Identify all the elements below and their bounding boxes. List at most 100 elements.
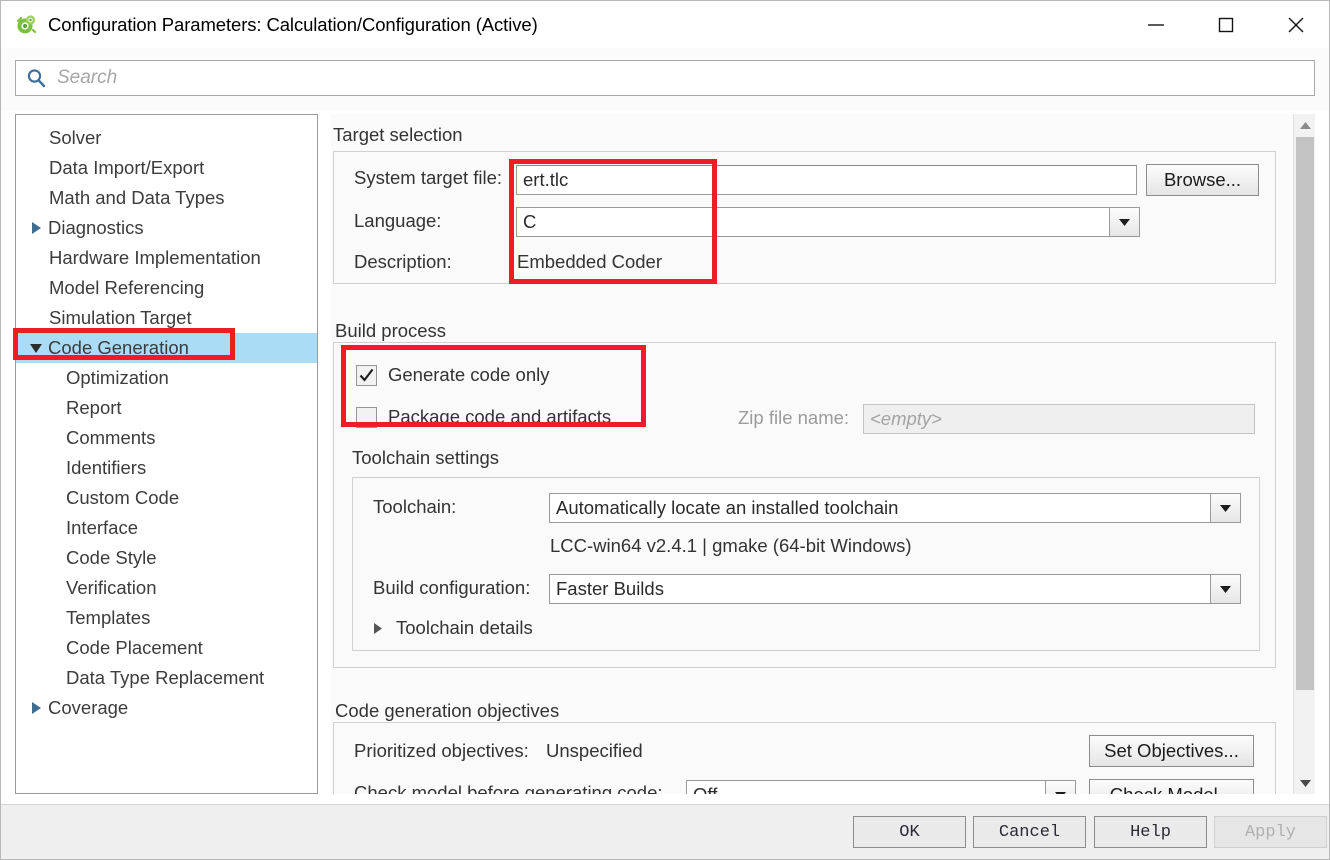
chevron-right-icon [374, 622, 390, 634]
toolchain-settings-group: Toolchain: Automatically locate an insta… [352, 477, 1260, 651]
chevron-down-icon[interactable] [1210, 494, 1240, 522]
help-button[interactable]: Help [1094, 816, 1207, 848]
language-select[interactable]: C [516, 207, 1140, 237]
sidebar-item-hardware-implementation[interactable]: Hardware Implementation [16, 243, 317, 273]
zip-file-name-label: Zip file name: [738, 407, 850, 428]
sidebar-item-label: Comments [66, 426, 156, 448]
search-placeholder: Search [57, 67, 118, 88]
generate-code-only-label: Generate code only [388, 364, 550, 385]
sidebar-item-custom-code[interactable]: Custom Code [16, 483, 317, 513]
settings-content-pane: Target selection System target file: ert… [331, 114, 1293, 794]
sidebar-item-model-referencing[interactable]: Model Referencing [16, 273, 317, 303]
scroll-up-arrow-icon[interactable] [1294, 114, 1316, 136]
generate-code-only-checkbox[interactable] [356, 364, 377, 386]
set-objectives-button[interactable]: Set Objectives... [1089, 735, 1254, 767]
sidebar-item-comments[interactable]: Comments [16, 423, 317, 453]
scrollbar-thumb[interactable] [1296, 137, 1314, 690]
sidebar-item-interface[interactable]: Interface [16, 513, 317, 543]
toolchain-details-label: Toolchain details [396, 617, 533, 638]
sidebar-item-label: Code Placement [66, 636, 203, 658]
sidebar-item-templates[interactable]: Templates [16, 603, 317, 633]
build-configuration-select[interactable]: Faster Builds [549, 574, 1241, 604]
minimize-icon[interactable] [1121, 1, 1191, 48]
sidebar-item-report[interactable]: Report [16, 393, 317, 423]
content-vertical-scrollbar[interactable] [1293, 114, 1315, 794]
browse-button[interactable]: Browse... [1146, 164, 1259, 196]
sidebar-item-label: Solver [49, 126, 102, 148]
sidebar-item-label: Custom Code [66, 486, 180, 508]
toolchain-label: Toolchain: [373, 496, 457, 517]
toolchain-value: Automatically locate an installed toolch… [556, 497, 899, 518]
sidebar-item-label: Coverage [48, 696, 129, 718]
toolchain-details-toggle[interactable]: Toolchain details [374, 617, 533, 639]
simulink-icon [13, 12, 39, 38]
sidebar-item-data-import-export[interactable]: Data Import/Export [16, 153, 317, 183]
package-code-row[interactable]: Package code and artifacts [356, 401, 611, 433]
maximize-icon[interactable] [1191, 1, 1261, 48]
code-generation-objectives-title: Code generation objectives [335, 700, 560, 721]
sidebar-item-optimization[interactable]: Optimization [16, 363, 317, 393]
chevron-down-icon[interactable] [27, 333, 45, 363]
search-bar-area: Search [1, 48, 1329, 110]
window-controls [1121, 1, 1329, 48]
system-target-file-value: ert.tlc [523, 169, 569, 190]
code-generation-objectives-group: Prioritized objectives: Unspecified Set … [333, 722, 1276, 794]
check-model-button[interactable]: Check Model... [1089, 779, 1254, 794]
sidebar-item-coverage[interactable]: Coverage [16, 693, 317, 723]
settings-tree-panel[interactable]: Solver Data Import/Export Math and Data Ty… [15, 114, 318, 794]
sidebar-item-simulation-target[interactable]: Simulation Target [16, 303, 317, 333]
generate-code-only-row[interactable]: Generate code only [356, 359, 549, 391]
sidebar-item-code-placement[interactable]: Code Placement [16, 633, 317, 663]
chevron-down-icon[interactable] [1210, 575, 1240, 603]
sidebar-item-code-generation[interactable]: Code Generation [16, 333, 317, 363]
build-configuration-value: Faster Builds [556, 578, 664, 599]
dialog-footer: OK Cancel Help Apply [1, 804, 1329, 859]
search-input[interactable]: Search [15, 60, 1315, 96]
sidebar-item-label: Report [66, 396, 122, 418]
sidebar-item-label: Data Type Replacement [66, 666, 265, 688]
toolchain-settings-title: Toolchain settings [352, 447, 500, 468]
close-icon[interactable] [1261, 1, 1329, 48]
title-bar: Configuration Parameters: Calculation/Co… [1, 1, 1329, 48]
sidebar-item-identifiers[interactable]: Identifiers [16, 453, 317, 483]
language-label: Language: [354, 210, 442, 231]
sidebar-item-diagnostics[interactable]: Diagnostics [16, 213, 317, 243]
description-label: Description: [354, 251, 452, 272]
system-target-file-input[interactable]: ert.tlc [516, 165, 1137, 195]
chevron-down-icon[interactable] [1045, 781, 1075, 794]
language-value: C [523, 211, 537, 232]
chevron-right-icon[interactable] [27, 213, 45, 243]
sidebar-item-label: Diagnostics [48, 216, 144, 238]
build-process-group: Generate code only Package code and arti… [333, 342, 1276, 668]
cancel-button[interactable]: Cancel [973, 816, 1086, 848]
sidebar-item-label: Verification [66, 576, 157, 598]
help-button-label: Help [1130, 822, 1171, 842]
ok-button-label: OK [899, 822, 920, 842]
target-selection-title: Target selection [333, 124, 463, 145]
sidebar-item-solver[interactable]: Solver [16, 123, 317, 153]
sidebar-item-label: Templates [66, 606, 151, 628]
prioritized-objectives-label: Prioritized objectives: [354, 740, 529, 761]
set-objectives-button-label: Set Objectives... [1104, 740, 1239, 761]
window-title: Configuration Parameters: Calculation/Co… [48, 13, 538, 35]
sidebar-item-label: Optimization [66, 366, 169, 388]
configuration-parameters-window: Configuration Parameters: Calculation/Co… [0, 0, 1330, 860]
target-selection-group: System target file: ert.tlc Browse... La… [333, 151, 1276, 284]
build-configuration-label: Build configuration: [373, 577, 531, 598]
sidebar-item-math-and-data-types[interactable]: Math and Data Types [16, 183, 317, 213]
sidebar-item-verification[interactable]: Verification [16, 573, 317, 603]
sidebar-item-data-type-replacement[interactable]: Data Type Replacement [16, 663, 317, 693]
zip-file-name-placeholder: <empty> [870, 408, 942, 429]
ok-button[interactable]: OK [853, 816, 966, 848]
chevron-right-icon[interactable] [27, 693, 45, 723]
check-model-value: Off [687, 781, 1045, 794]
zip-file-name-input: <empty> [863, 404, 1255, 434]
chevron-down-icon[interactable] [1109, 208, 1139, 236]
build-process-title: Build process [335, 320, 447, 341]
package-code-checkbox[interactable] [356, 406, 377, 428]
sidebar-item-label: Model Referencing [49, 276, 205, 298]
toolchain-select[interactable]: Automatically locate an installed toolch… [549, 493, 1241, 523]
sidebar-item-code-style[interactable]: Code Style [16, 543, 317, 573]
check-model-select[interactable]: Off [686, 780, 1076, 794]
scroll-down-arrow-icon[interactable] [1294, 772, 1316, 794]
